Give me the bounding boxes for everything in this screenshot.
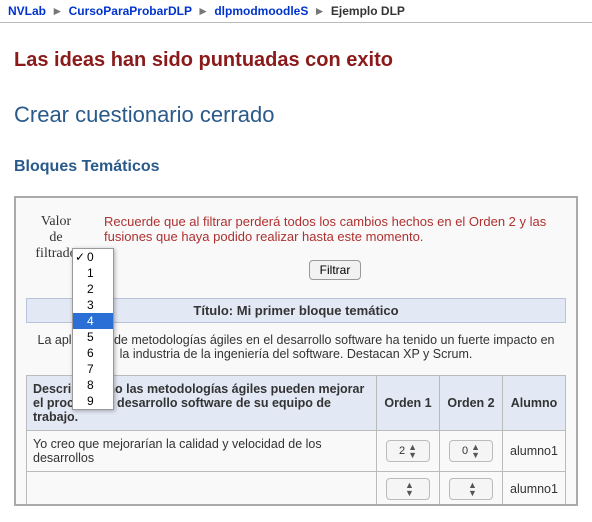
stepper-caret-icon: ▲▼ (468, 481, 477, 497)
col-orden1: Orden 1 (377, 376, 440, 431)
table-row: ▲▼ ▲▼ alumno1 (27, 472, 566, 507)
table-row: Yo creo que mejorarían la calidad y velo… (27, 431, 566, 472)
dropdown-option-4[interactable]: 4 (73, 313, 113, 329)
orden2-cell: ▲▼ (440, 472, 503, 507)
breadcrumb-item-0[interactable]: NVLab (8, 4, 46, 18)
dropdown-option-3[interactable]: 3 (73, 297, 113, 313)
breadcrumb-item-2[interactable]: dlpmodmoodleS (214, 4, 308, 18)
block-title: Mi primer bloque temático (237, 303, 399, 318)
filter-warning: Recuerde que al filtrar perderá todos lo… (104, 214, 566, 244)
answer-cell (27, 472, 377, 507)
stepper-caret-icon: ▲▼ (405, 481, 414, 497)
block-title-prefix: Título: (193, 303, 236, 318)
orden2-select[interactable]: 0▲▼ (449, 440, 493, 462)
dropdown-option-7[interactable]: 7 (73, 361, 113, 377)
orden1-select[interactable]: 2▲▼ (386, 440, 430, 462)
dropdown-option-2[interactable]: 2 (73, 281, 113, 297)
alumno-cell: alumno1 (503, 431, 566, 472)
breadcrumb-sep: ► (51, 4, 63, 18)
dropdown-option-6[interactable]: 6 (73, 345, 113, 361)
col-orden2: Orden 2 (440, 376, 503, 431)
breadcrumb-sep: ► (314, 4, 326, 18)
dropdown-option-9[interactable]: 9 (73, 393, 113, 409)
breadcrumb: NVLab ► CursoParaProbarDLP ► dlpmodmoodl… (0, 0, 592, 23)
dropdown-option-5[interactable]: 5 (73, 329, 113, 345)
filter-label-line2: de (26, 230, 86, 246)
main-panel: Valor de filtrado 0123456789 Recuerde qu… (14, 196, 578, 506)
orden2-select[interactable]: ▲▼ (449, 478, 493, 500)
filter-button[interactable]: Filtrar (309, 260, 362, 280)
alumno-cell: alumno1 (503, 472, 566, 507)
dropdown-option-0[interactable]: 0 (73, 249, 113, 265)
orden2-cell: 0▲▼ (440, 431, 503, 472)
orden1-cell: 2▲▼ (377, 431, 440, 472)
col-alumno: Alumno (503, 376, 566, 431)
answer-cell: Yo creo que mejorarían la calidad y velo… (27, 431, 377, 472)
filter-value-dropdown[interactable]: 0123456789 (72, 248, 114, 410)
breadcrumb-item-3: Ejemplo DLP (331, 4, 405, 18)
breadcrumb-item-1[interactable]: CursoParaProbarDLP (69, 4, 192, 18)
breadcrumb-sep: ► (197, 4, 209, 18)
heading-bloques: Bloques Temáticos (14, 158, 578, 176)
orden1-cell: ▲▼ (377, 472, 440, 507)
filter-label-line1: Valor (26, 214, 86, 230)
dropdown-option-8[interactable]: 8 (73, 377, 113, 393)
stepper-caret-icon: ▲▼ (471, 443, 480, 459)
success-notice: Las ideas han sido puntuadas con exito (14, 49, 578, 72)
orden1-select[interactable]: ▲▼ (386, 478, 430, 500)
stepper-caret-icon: ▲▼ (408, 443, 417, 459)
dropdown-option-1[interactable]: 1 (73, 265, 113, 281)
heading-crear: Crear cuestionario cerrado (14, 102, 578, 128)
